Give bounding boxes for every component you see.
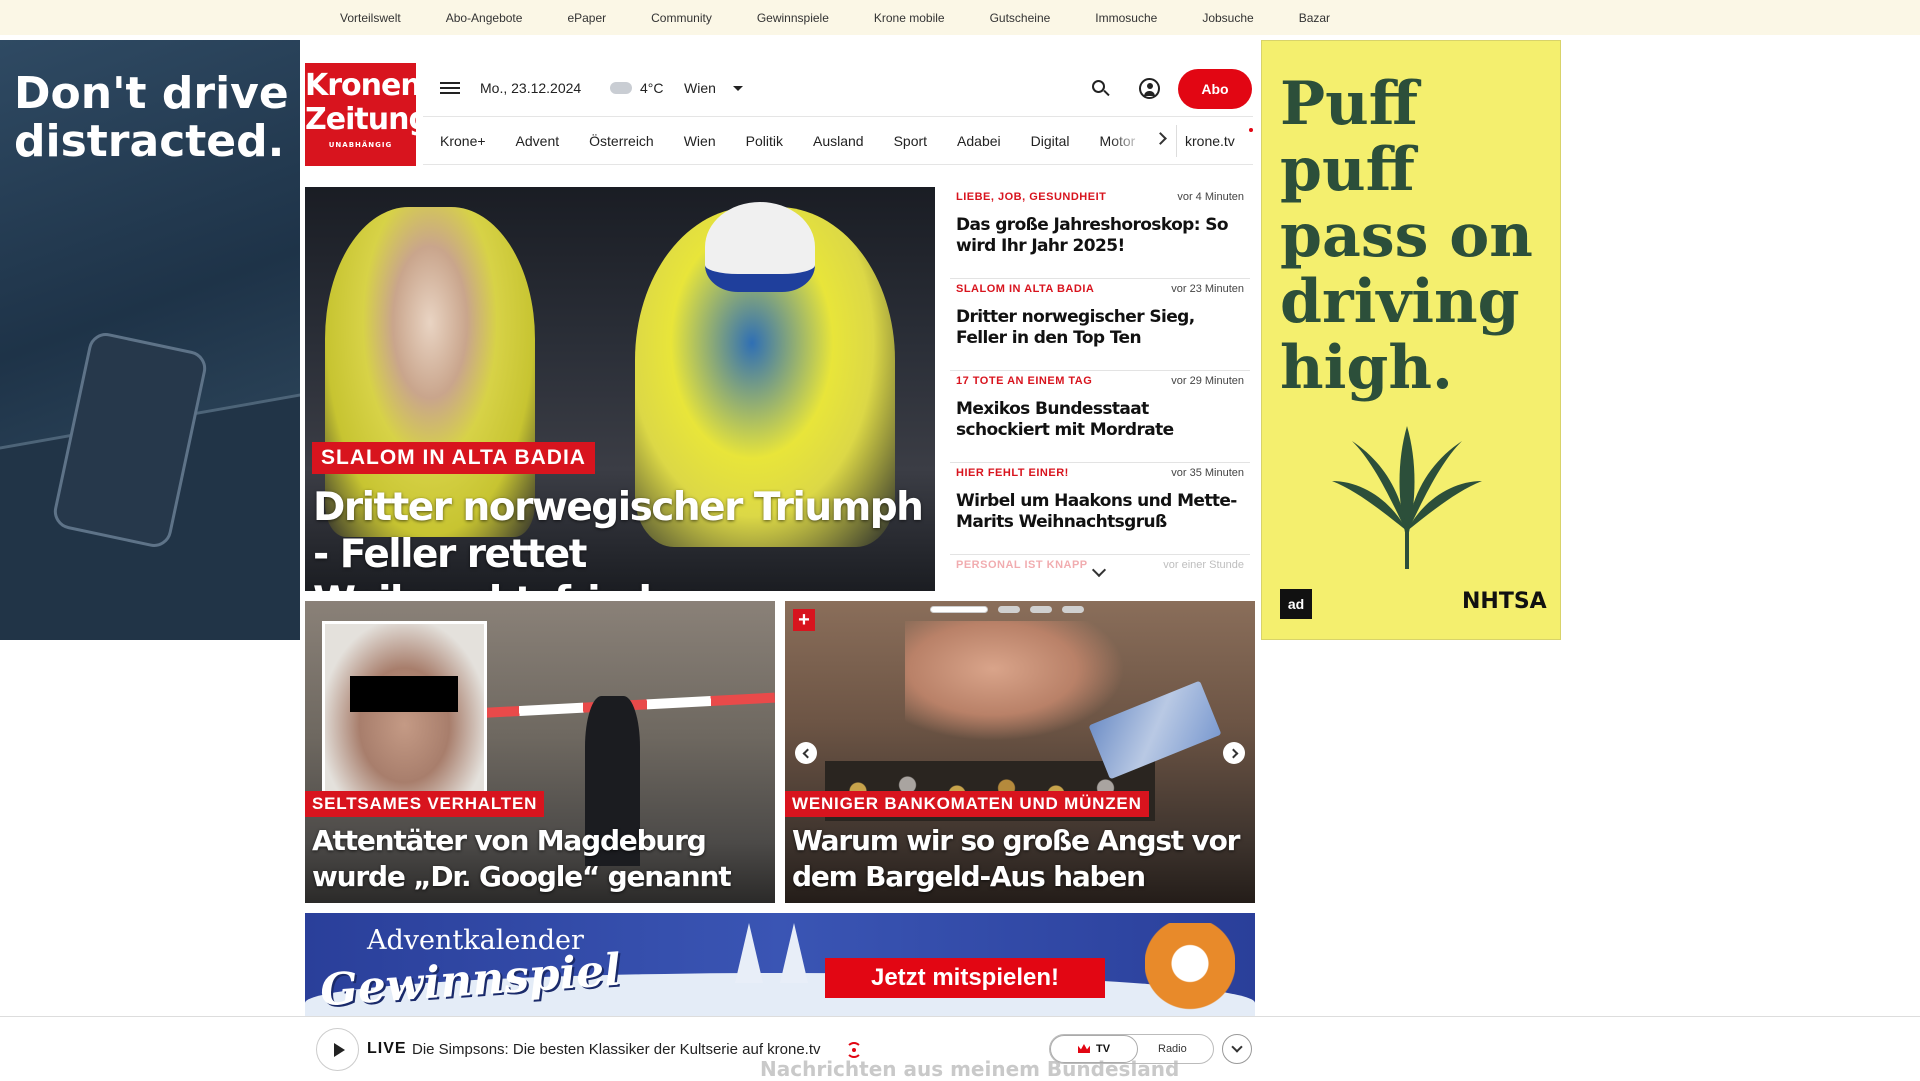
tree-icon bbox=[735, 923, 763, 983]
live-indicator-dot bbox=[1249, 128, 1253, 132]
news-time: vor einer Stunde bbox=[1163, 559, 1244, 571]
live-player-bar: Nachrichten aus meinem Bundesland LIVE D… bbox=[0, 1016, 1920, 1081]
play-icon[interactable] bbox=[316, 1028, 359, 1071]
cannabis-leaf-icon bbox=[1332, 426, 1482, 569]
header-divider bbox=[423, 116, 1253, 117]
hero-skier-helmet-image bbox=[705, 202, 815, 292]
teaser-kicker: WENIGER BANKOMATEN UND MÜNZEN bbox=[785, 791, 1149, 817]
crown-icon bbox=[1077, 1044, 1090, 1053]
utility-link-krone-mobile[interactable]: Krone mobile bbox=[874, 11, 945, 25]
nav-item-digital[interactable]: Digital bbox=[1031, 133, 1070, 149]
chevron-down-icon[interactable] bbox=[733, 86, 743, 91]
carousel-next-button[interactable] bbox=[1223, 742, 1245, 764]
nav-item-politik[interactable]: Politik bbox=[746, 133, 783, 149]
tv-label: TV bbox=[1095, 1043, 1111, 1055]
nav-item-wien[interactable]: Wien bbox=[684, 133, 716, 149]
utility-links: Vorteilswelt Abo-Angebote ePaper Communi… bbox=[340, 0, 1375, 35]
utility-link-bazar[interactable]: Bazar bbox=[1299, 11, 1330, 25]
news-time: vor 29 Minuten bbox=[1171, 375, 1244, 387]
news-time: vor 23 Minuten bbox=[1171, 283, 1244, 295]
utility-link-vorteilswelt[interactable]: Vorteilswelt bbox=[340, 11, 401, 25]
abo-button[interactable]: Abo bbox=[1178, 69, 1252, 109]
news-title[interactable]: Dritter norwegischer Sieg, Feller in den… bbox=[956, 307, 1244, 349]
logo-line-2: Zeitung bbox=[305, 102, 430, 137]
news-time: vor 4 Minuten bbox=[1177, 191, 1244, 203]
news-time: vor 35 Minuten bbox=[1171, 467, 1244, 479]
radio-toggle-option[interactable]: Radio bbox=[1158, 1035, 1187, 1063]
nav-item-sport[interactable]: Sport bbox=[894, 133, 927, 149]
city-selector[interactable]: Wien bbox=[684, 80, 716, 96]
teaser-headline[interactable]: Warum wir so große Angst vor dem Bargeld… bbox=[792, 823, 1242, 895]
tv-radio-toggle: TV Radio bbox=[1049, 1034, 1214, 1064]
chevron-down-icon[interactable] bbox=[1222, 1034, 1252, 1064]
temperature: 4°C bbox=[640, 80, 664, 96]
advent-cta-button[interactable]: Jetzt mitspielen! bbox=[825, 958, 1105, 998]
hero-kicker: SLALOM IN ALTA BADIA bbox=[312, 442, 595, 474]
utility-link-epaper[interactable]: ePaper bbox=[567, 11, 606, 25]
logo-line-1: Kronen bbox=[305, 68, 422, 103]
ad-left-title: Don't drive distracted. bbox=[14, 68, 289, 167]
nav-item-krone-tv[interactable]: krone.tv bbox=[1185, 133, 1235, 149]
broadcast-icon bbox=[846, 1042, 862, 1058]
ad-left-banner[interactable]: Don't drive distracted. bbox=[0, 40, 300, 640]
nav-item-adabei[interactable]: Adabei bbox=[957, 133, 1001, 149]
news-title[interactable]: Mexikos Bundesstaat schockiert mit Mordr… bbox=[956, 399, 1244, 441]
live-label: LIVE bbox=[367, 1040, 407, 1057]
news-title[interactable]: Wirbel um Haakons und Mette-Marits Weihn… bbox=[956, 491, 1244, 533]
weather-cloud-icon bbox=[610, 82, 632, 94]
ad-right-banner[interactable]: Puff puff pass on driving high. ad NHTSA bbox=[1261, 40, 1561, 640]
nav-divider bbox=[1176, 125, 1177, 157]
advent-calendar-banner[interactable]: Adventkalender Gewinnspiel Jetzt mitspie… bbox=[305, 913, 1255, 1017]
censor-bar bbox=[350, 676, 458, 712]
nav-item-krone-plus[interactable]: Krone+ bbox=[440, 133, 486, 149]
current-date: Mo., 23.12.2024 bbox=[480, 80, 582, 96]
news-list-item[interactable]: LIEBE, JOB, GESUNDHEIT vor 4 Minuten Das… bbox=[950, 187, 1250, 279]
news-title[interactable]: Das große Jahreshoroskop: So wird Ihr Ja… bbox=[956, 215, 1244, 257]
carousel-prev-button[interactable] bbox=[795, 742, 817, 764]
nav-fade-overlay bbox=[1110, 122, 1160, 160]
utility-link-community[interactable]: Community bbox=[651, 11, 712, 25]
utility-link-immosuche[interactable]: Immosuche bbox=[1095, 11, 1157, 25]
latest-news-list: LIEBE, JOB, GESUNDHEIT vor 4 Minuten Das… bbox=[950, 187, 1250, 585]
ad-right-title: Puff puff pass on driving high. bbox=[1280, 69, 1533, 403]
carousel-dot[interactable] bbox=[930, 606, 988, 613]
nav-item-oesterreich[interactable]: Österreich bbox=[589, 133, 654, 149]
live-program-text[interactable]: Die Simpsons: Die besten Klassiker der K… bbox=[412, 1041, 821, 1058]
carousel-dot[interactable] bbox=[1062, 606, 1084, 613]
ad-council-logo: ad bbox=[1280, 589, 1312, 619]
carousel-dot[interactable] bbox=[998, 606, 1020, 613]
news-list-item[interactable]: SLALOM IN ALTA BADIA vor 23 Minuten Drit… bbox=[950, 279, 1250, 371]
nav-item-advent[interactable]: Advent bbox=[516, 133, 560, 149]
tv-toggle-option[interactable]: TV bbox=[1050, 1035, 1138, 1063]
news-list-item[interactable]: HIER FEHLT EINER! vor 35 Minuten Wirbel … bbox=[950, 463, 1250, 555]
logo-tagline: UNABHÄNGIG bbox=[328, 141, 393, 149]
fox-mascot-image bbox=[1145, 923, 1235, 1013]
suspect-photo bbox=[322, 621, 487, 811]
nhtsa-logo: NHTSA bbox=[1462, 589, 1547, 614]
nav-item-ausland[interactable]: Ausland bbox=[813, 133, 864, 149]
utility-link-abo-angebote[interactable]: Abo-Angebote bbox=[446, 11, 523, 25]
news-list-item[interactable]: 17 TOTE AN EINEM TAG vor 29 Minuten Mexi… bbox=[950, 371, 1250, 463]
utility-link-jobsuche[interactable]: Jobsuche bbox=[1202, 11, 1253, 25]
hero-article[interactable]: SLALOM IN ALTA BADIA Dritter norwegische… bbox=[305, 187, 935, 591]
top-utility-bar: Vorteilswelt Abo-Angebote ePaper Communi… bbox=[0, 0, 1920, 35]
krone-plus-badge: + bbox=[793, 609, 815, 631]
teaser-headline[interactable]: Attentäter von Magdeburg wurde „Dr. Goog… bbox=[312, 823, 762, 895]
nav-divider-bottom bbox=[423, 164, 1253, 165]
search-icon[interactable] bbox=[1092, 80, 1110, 98]
hero-headline[interactable]: Dritter norwegischer Triumph - Feller re… bbox=[313, 484, 924, 591]
carousel-dots bbox=[930, 606, 1094, 613]
teaser-article[interactable]: + WENIGER BANKOMATEN UND MÜNZEN Warum wi… bbox=[785, 601, 1255, 903]
main-nav: Krone+ Advent Österreich Wien Politik Au… bbox=[440, 118, 1165, 164]
teaser-kicker: SELTSAMES VERHALTEN bbox=[305, 791, 545, 817]
tree-icon bbox=[780, 923, 808, 983]
utility-link-gutscheine[interactable]: Gutscheine bbox=[990, 11, 1051, 25]
utility-link-gewinnspiele[interactable]: Gewinnspiele bbox=[757, 11, 829, 25]
carousel-dot[interactable] bbox=[1030, 606, 1052, 613]
kronen-zeitung-logo[interactable]: Kronen Zeitung UNABHÄNGIG bbox=[305, 63, 430, 166]
teaser-article[interactable]: SELTSAMES VERHALTEN Attentäter von Magde… bbox=[305, 601, 775, 903]
user-icon[interactable] bbox=[1139, 78, 1160, 99]
menu-icon[interactable] bbox=[440, 79, 462, 97]
